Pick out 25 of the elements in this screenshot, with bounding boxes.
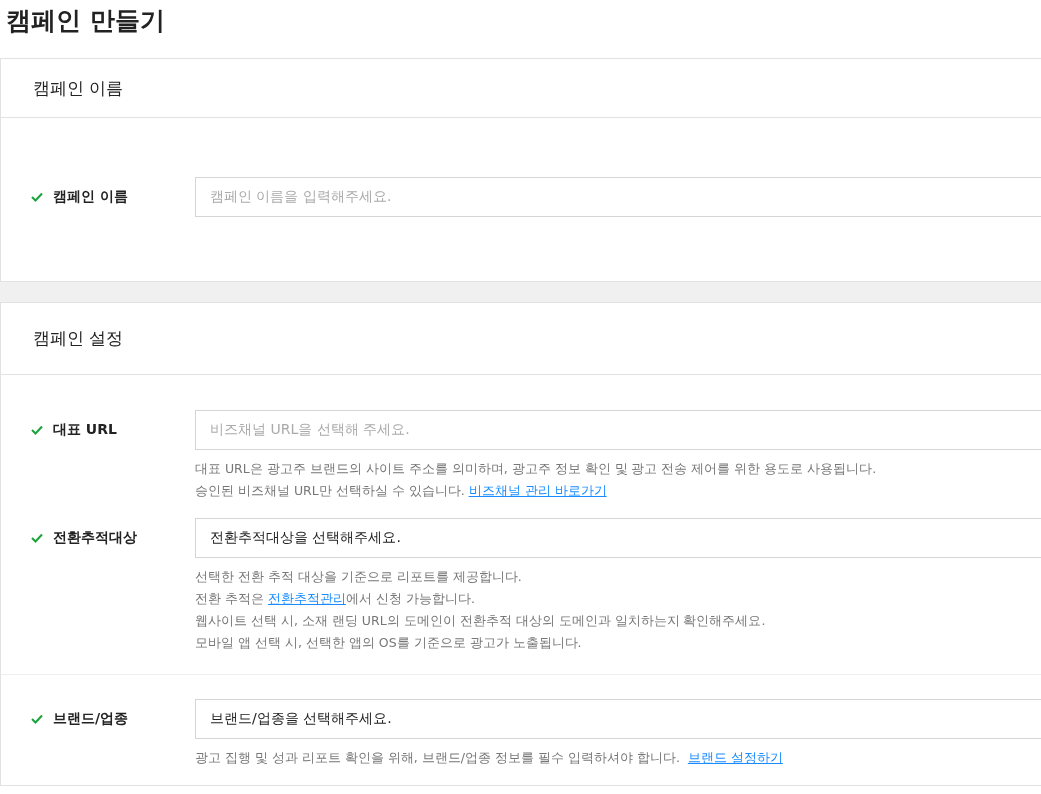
help-link[interactable]: 브랜드 설정하기 — [687, 750, 783, 765]
select-field[interactable]: 전환추적대상을 선택해주세요. — [195, 518, 1041, 558]
help-text: 승인된 비즈채널 URL만 선택하실 수 있습니다. 비즈채널 관리 바로가기 — [195, 482, 608, 500]
help-link[interactable]: 비즈채널 관리 바로가기 — [468, 483, 607, 498]
check-icon — [31, 714, 43, 724]
select-field[interactable]: 브랜드/업종을 선택해주세요. — [195, 699, 1041, 739]
section-title: 캠페인 이름 — [33, 76, 124, 100]
text-input-field[interactable]: 캠페인 이름을 입력해주세요. — [195, 177, 1041, 217]
text-input-field[interactable]: 비즈채널 URL을 선택해 주세요. — [195, 410, 1041, 450]
help-text: 전환 추적은 전환추적관리에서 신청 가능합니다. — [195, 590, 476, 608]
page-title: 캠페인 만들기 — [5, 5, 166, 37]
check-icon — [31, 192, 43, 202]
help-text: 대표 URL은 광고주 브랜드의 사이트 주소를 의미하며, 광고주 정보 확인 및 광고 전송 제어를 위한 용도로 사용됩니다. — [195, 460, 878, 478]
help-text: 모바일 앱 선택 시, 선택한 앱의 OS를 기준으로 광고가 노출됩니다. — [195, 634, 583, 652]
field-label: 캠페인 이름 — [53, 188, 128, 206]
field-label: 전환추적대상 — [53, 529, 137, 547]
field-label: 브랜드/업종 — [53, 710, 129, 728]
check-icon — [31, 425, 43, 435]
help-text: 광고 집행 및 성과 리포트 확인을 위해, 브랜드/업종 정보를 필수 입력하셔야 합니다. 브랜드 설정하기 — [195, 749, 784, 767]
help-link[interactable]: 전환추적관리 — [267, 591, 346, 606]
field-label: 대표 URL — [53, 421, 117, 439]
help-text: 선택한 전환 추적 대상을 기준으로 리포트를 제공합니다. — [195, 568, 523, 586]
check-icon — [31, 533, 43, 543]
section-title: 캠페인 설정 — [33, 327, 124, 350]
help-text: 웹사이트 선택 시, 소재 랜딩 URL의 도메인이 전환추적 대상의 도메인과 일치하는지 확인해주세요. — [195, 612, 767, 630]
